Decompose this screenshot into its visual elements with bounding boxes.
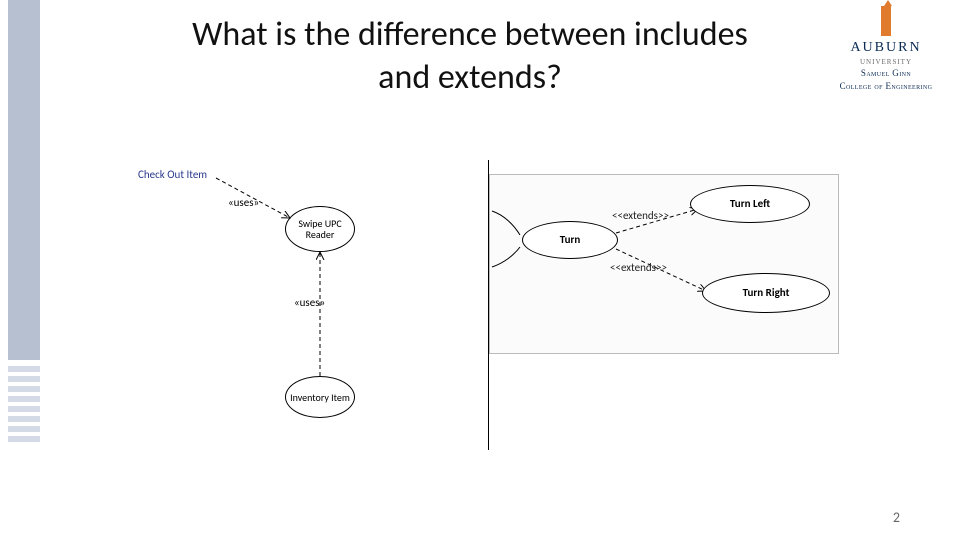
- ribbon-stripe: [8, 396, 40, 402]
- uses-diagram: Check Out Item «uses» Swipe UPC Reader «…: [120, 160, 488, 480]
- ribbon-stripe: [8, 436, 40, 442]
- turn-right-label: Turn Right: [743, 287, 790, 299]
- extends-stereotype-2: <<extends>>: [610, 261, 667, 274]
- left-ribbon: [8, 0, 40, 540]
- turn-left-label: Turn Left: [730, 198, 770, 210]
- tower-icon: [879, 6, 893, 36]
- extends-diagram: Turn Turn Left Turn Right <<extends>> <<…: [489, 174, 839, 354]
- slide-title: What is the difference between includes …: [170, 14, 770, 99]
- turn-label: Turn: [560, 234, 581, 246]
- turn-node: Turn: [522, 221, 618, 259]
- logo-unit: UNIVERSITY: [826, 58, 946, 66]
- ribbon-stripe: [8, 406, 40, 412]
- turn-right-node: Turn Right: [702, 273, 830, 313]
- diagram-area: Check Out Item «uses» Swipe UPC Reader «…: [120, 160, 840, 480]
- logo-college2: College of Engineering: [826, 82, 946, 92]
- logo-college1: Samuel Ginn: [826, 69, 946, 79]
- ribbon-stripe: [8, 426, 40, 432]
- ribbon-stripe: [8, 386, 40, 392]
- ribbon-stripe: [8, 416, 40, 422]
- ribbon-stripe: [8, 376, 40, 382]
- uses-edges: [120, 160, 488, 480]
- logo-brand: AUBURN: [826, 40, 946, 56]
- turn-left-node: Turn Left: [690, 185, 810, 223]
- ribbon-stripe: [8, 366, 40, 372]
- extends-stereotype-1: <<extends>>: [612, 209, 669, 222]
- logo: AUBURN UNIVERSITY Samuel Ginn College of…: [826, 6, 946, 92]
- ribbon-block: [8, 0, 40, 360]
- page-number: 2: [893, 509, 900, 526]
- slide: What is the difference between includes …: [0, 0, 960, 540]
